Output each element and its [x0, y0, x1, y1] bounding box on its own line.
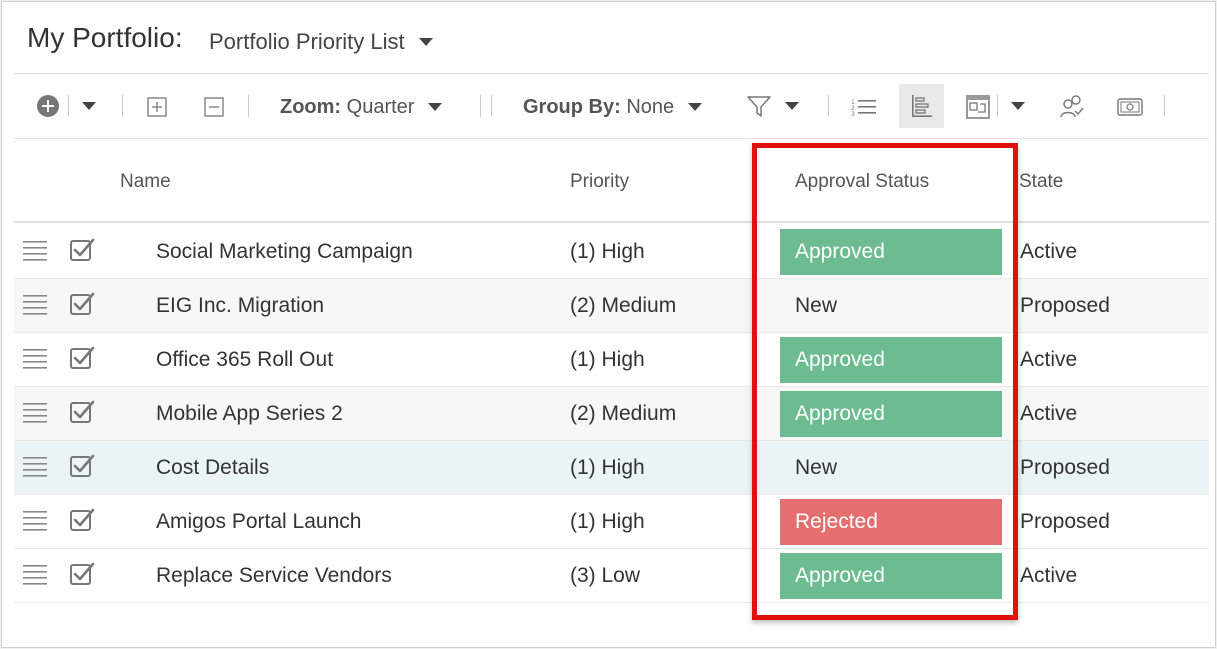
- column-header-state[interactable]: State: [1019, 171, 1063, 193]
- approval-status-badge[interactable]: Approved: [780, 391, 1002, 437]
- cell-name[interactable]: Social Marketing Campaign: [156, 240, 413, 264]
- approval-status-badge[interactable]: New: [780, 445, 1002, 491]
- cell-priority: (1) High: [570, 240, 645, 263]
- cell-state: Active: [1020, 402, 1078, 425]
- task-checkbox-icon[interactable]: [69, 561, 95, 587]
- svg-text:3: 3: [851, 111, 855, 117]
- approval-status-badge[interactable]: Approved: [780, 553, 1002, 599]
- table-row[interactable]: EIG Inc. Migration (2) Medium New Proposed: [14, 279, 1209, 333]
- column-header-name[interactable]: Name: [120, 171, 171, 193]
- grid-header: Name Priority Approval Status State: [14, 140, 1209, 223]
- gantt-icon[interactable]: [899, 84, 944, 128]
- drag-handle-icon[interactable]: [23, 456, 47, 478]
- toolbar-divider: [122, 95, 123, 117]
- cell-name[interactable]: Office 365 Roll Out: [156, 348, 333, 372]
- page-header: My Portfolio: Portfolio Priority List: [14, 2, 1209, 74]
- approval-status-badge[interactable]: Approved: [780, 229, 1002, 275]
- toolbar-divider: [1164, 95, 1165, 117]
- table-row[interactable]: Replace Service Vendors (3) Low Approved Ac…: [14, 549, 1209, 603]
- task-checkbox-icon[interactable]: [69, 291, 95, 317]
- table-row[interactable]: Mobile App Series 2 (2) Medium Approved Act…: [14, 387, 1209, 441]
- drag-handle-icon[interactable]: [23, 348, 47, 370]
- cell-priority: (2) Medium: [570, 294, 677, 317]
- cell-state: Active: [1020, 240, 1078, 263]
- toolbar-divider: [480, 95, 481, 117]
- cell-priority: (3) Low: [570, 564, 641, 587]
- table-row[interactable]: Amigos Portal Launch (1) High Rejected Prop…: [14, 495, 1209, 549]
- column-header-approval-status[interactable]: Approval Status: [795, 171, 929, 193]
- drag-handle-icon[interactable]: [23, 510, 47, 532]
- approval-status-badge[interactable]: Rejected: [780, 499, 1002, 545]
- cell-state: Proposed: [1020, 456, 1110, 479]
- view-options-chevron-icon[interactable]: [1010, 99, 1026, 113]
- collapse-icon[interactable]: [203, 96, 225, 118]
- task-checkbox-icon[interactable]: [69, 453, 95, 479]
- toolbar-divider: [68, 95, 69, 117]
- approval-status-badge[interactable]: New: [780, 283, 1002, 329]
- numbered-list-icon[interactable]: 123: [850, 95, 878, 119]
- drag-handle-icon[interactable]: [23, 564, 47, 586]
- cell-priority: (1) High: [570, 510, 645, 533]
- task-checkbox-icon[interactable]: [69, 399, 95, 425]
- cell-state: Active: [1020, 564, 1078, 587]
- toolbar-divider: [997, 95, 998, 117]
- group-by-dropdown[interactable]: Group By: None: [523, 95, 703, 119]
- cell-priority: (1) High: [570, 348, 645, 371]
- people-icon[interactable]: [1059, 93, 1085, 121]
- table-row[interactable]: Cost Details (1) High New Proposed: [14, 441, 1209, 495]
- group-by-value: None: [626, 95, 675, 118]
- zoom-value: Quarter: [346, 95, 415, 118]
- grid-body: Social Marketing Campaign (1) High Approve…: [14, 225, 1209, 603]
- cell-state: Proposed: [1020, 510, 1110, 533]
- view-selector[interactable]: Portfolio Priority List: [209, 29, 433, 55]
- zoom-label: Zoom:: [280, 95, 342, 118]
- drag-handle-icon[interactable]: [23, 402, 47, 424]
- chevron-down-icon: [428, 103, 443, 111]
- cell-name[interactable]: Amigos Portal Launch: [156, 510, 361, 534]
- expand-icon[interactable]: [146, 96, 168, 118]
- toolbar: Zoom: Quarter Group By: None 123: [14, 75, 1209, 139]
- drag-handle-icon[interactable]: [23, 240, 47, 262]
- toolbar-divider: [491, 95, 492, 117]
- chevron-down-icon: [418, 38, 433, 46]
- cell-state: Proposed: [1020, 294, 1110, 317]
- zoom-dropdown[interactable]: Zoom: Quarter: [280, 95, 443, 119]
- board-icon[interactable]: [965, 94, 991, 120]
- app-title: My Portfolio:: [27, 22, 183, 53]
- toolbar-divider: [828, 95, 829, 117]
- task-checkbox-icon[interactable]: [69, 507, 95, 533]
- approval-status-badge[interactable]: Approved: [780, 337, 1002, 383]
- cell-priority: (1) High: [570, 456, 645, 479]
- view-name: Portfolio Priority List: [209, 29, 405, 54]
- cell-state: Active: [1020, 348, 1078, 371]
- app-window: My Portfolio: Portfolio Priority List Zo…: [1, 1, 1216, 648]
- table-row[interactable]: Social Marketing Campaign (1) High Approve…: [14, 225, 1209, 279]
- chevron-down-icon: [688, 103, 703, 111]
- toolbar-divider: [248, 95, 249, 117]
- cell-priority: (2) Medium: [570, 402, 677, 425]
- task-checkbox-icon[interactable]: [69, 237, 95, 263]
- cell-name[interactable]: EIG Inc. Migration: [156, 294, 324, 318]
- filter-icon[interactable]: [746, 95, 772, 119]
- column-header-priority[interactable]: Priority: [570, 171, 629, 193]
- add-circle-icon[interactable]: [36, 94, 60, 118]
- filter-chevron-icon[interactable]: [784, 99, 800, 113]
- add-dropdown-chevron-icon[interactable]: [80, 99, 98, 113]
- cell-name[interactable]: Replace Service Vendors: [156, 564, 392, 588]
- cell-name[interactable]: Cost Details: [156, 456, 269, 480]
- cell-name[interactable]: Mobile App Series 2: [156, 402, 343, 426]
- task-checkbox-icon[interactable]: [69, 345, 95, 371]
- group-by-label: Group By:: [523, 95, 621, 118]
- table-row[interactable]: Office 365 Roll Out (1) High Approved Activ…: [14, 333, 1209, 387]
- drag-handle-icon[interactable]: [23, 294, 47, 316]
- money-icon[interactable]: [1116, 96, 1144, 118]
